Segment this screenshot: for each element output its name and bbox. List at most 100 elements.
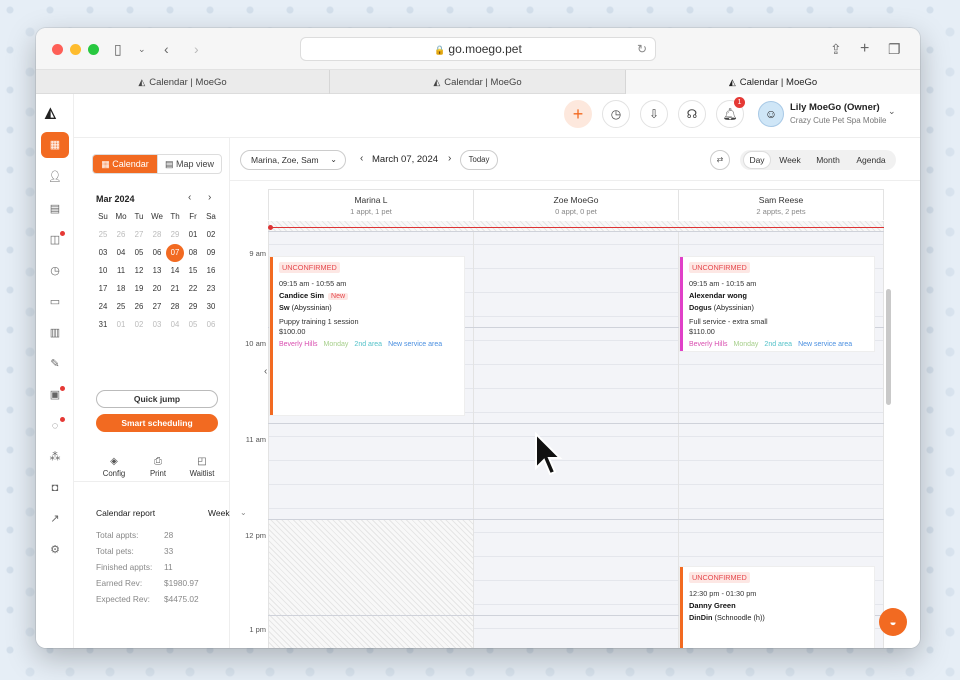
nav-messages[interactable]: ◫ <box>41 227 69 253</box>
calendar-day[interactable]: 17 <box>94 280 112 298</box>
nav-clients[interactable]: 👤︎ <box>41 164 69 190</box>
nav-settings[interactable]: ⚙ <box>41 537 69 563</box>
grid-scrollbar[interactable] <box>886 289 891 405</box>
calendar-day[interactable]: 06 <box>202 316 220 334</box>
back-icon[interactable]: ‹ <box>164 40 169 58</box>
avatar[interactable]: ☺ <box>758 101 784 127</box>
agenda-view-button[interactable]: Agenda <box>850 152 892 168</box>
appointment-card[interactable]: UNCONFIRMED 12:30 pm - 01:30 pm Danny Gr… <box>680 567 874 648</box>
calendar-day[interactable]: 25 <box>94 226 112 244</box>
staff-column-header[interactable]: Marina L1 appt, 1 pet <box>268 189 474 220</box>
nav-payments[interactable]: ▭ <box>41 289 69 315</box>
nav-reminders[interactable]: ◷ <box>41 258 69 284</box>
calendar-day[interactable]: 22 <box>184 280 202 298</box>
calendar-day[interactable]: 04 <box>112 244 130 262</box>
nav-chat[interactable]: ◌ <box>41 413 69 439</box>
calendar-day[interactable]: 24 <box>94 298 112 316</box>
calendar-day[interactable]: 29 <box>184 298 202 316</box>
next-month-icon[interactable]: › <box>208 192 211 203</box>
calendar-day[interactable]: 14 <box>166 262 184 280</box>
print-button[interactable]: ⎙ Print <box>138 456 178 478</box>
tab-overview-icon[interactable]: ❐ <box>888 40 901 58</box>
swap-icon[interactable]: ⇄ <box>710 150 730 170</box>
nav-bookings[interactable]: ▤ <box>41 196 69 222</box>
calendar-day[interactable]: 18 <box>112 280 130 298</box>
calendar-day[interactable]: 02 <box>202 226 220 244</box>
nav-team[interactable]: ⁂ <box>41 444 69 470</box>
month-view-button[interactable]: Month <box>810 152 846 168</box>
calendar-day[interactable]: 23 <box>202 280 220 298</box>
nav-insights[interactable]: ↗ <box>41 506 69 532</box>
minimize-window-button[interactable] <box>70 44 81 55</box>
calendar-day[interactable]: 19 <box>130 280 148 298</box>
calendar-view-tab[interactable]: ▦ Calendar <box>93 155 157 173</box>
share-icon[interactable]: ⇪ <box>830 40 842 58</box>
calendar-day[interactable]: 21 <box>166 280 184 298</box>
calendar-day[interactable]: 09 <box>202 244 220 262</box>
browser-tab[interactable]: ◭ Calendar | MoeGo <box>330 70 626 94</box>
staff-column-header[interactable]: Zoe MoeGo 0 appt, 0 pet <box>473 189 679 220</box>
close-window-button[interactable] <box>52 44 63 55</box>
calendar-day[interactable]: 08 <box>184 244 202 262</box>
forward-icon[interactable]: › <box>194 40 199 58</box>
map-view-tab[interactable]: ▤ Map view <box>157 155 221 173</box>
calendar-day[interactable]: 30 <box>202 298 220 316</box>
notifications-button[interactable]: 🔔︎ 1 <box>716 97 745 128</box>
staff-filter-select[interactable]: Marina, Zoe, Sam ⌄ <box>240 150 346 170</box>
address-bar[interactable]: 🔒 go.moego.pet ↻ <box>300 37 656 61</box>
report-period-select[interactable]: Week <box>208 508 230 518</box>
appointment-card[interactable]: UNCONFIRMED 09:15 am - 10:15 am Alexenda… <box>680 257 874 351</box>
calendar-day[interactable]: 02 <box>130 316 148 334</box>
nav-shop[interactable]: ◘ <box>41 475 69 501</box>
nav-marketing[interactable]: ✎ <box>41 351 69 377</box>
nav-reports[interactable]: ▥ <box>41 320 69 346</box>
calendar-day[interactable]: 28 <box>148 226 166 244</box>
calendar-day[interactable]: 05 <box>184 316 202 334</box>
quick-jump-button[interactable]: Quick jump <box>96 390 218 408</box>
chevron-down-icon[interactable]: ⌄ <box>138 40 146 58</box>
calendar-day[interactable]: 03 <box>94 244 112 262</box>
config-button[interactable]: ◈ Config <box>94 456 134 478</box>
prev-day-icon[interactable]: ‹ <box>360 153 363 164</box>
download-button[interactable]: ⇩ <box>640 100 668 128</box>
moego-logo-icon[interactable]: ◭ <box>45 104 56 121</box>
calendar-day[interactable]: 29 <box>166 226 184 244</box>
calendar-day[interactable]: 13 <box>148 262 166 280</box>
nav-retail[interactable]: ▣ <box>41 382 69 408</box>
calendar-day[interactable]: 10 <box>94 262 112 280</box>
staff-column-header[interactable]: Sam Reese 2 appts, 2 pets <box>678 189 884 220</box>
calendar-day[interactable]: 27 <box>130 226 148 244</box>
nav-calendar[interactable]: ▦ <box>41 132 69 158</box>
staff-column-slots[interactable] <box>473 221 679 648</box>
calendar-day[interactable]: 25 <box>112 298 130 316</box>
calendar-day[interactable]: 07 <box>166 244 184 262</box>
calendar-day[interactable]: 01 <box>112 316 130 334</box>
smart-scheduling-button[interactable]: Smart scheduling <box>96 414 218 432</box>
waitlist-button[interactable]: ◰ Waitlist <box>182 456 222 478</box>
browser-tab[interactable]: ◭ Calendar | MoeGo <box>36 70 330 94</box>
appointment-card[interactable]: UNCONFIRMED 09:15 am - 10:55 am Candice … <box>270 257 464 415</box>
calendar-day[interactable]: 03 <box>148 316 166 334</box>
calendar-day[interactable]: 28 <box>166 298 184 316</box>
calendar-day[interactable]: 15 <box>184 262 202 280</box>
today-button[interactable]: Today <box>460 150 498 170</box>
week-view-button[interactable]: Week <box>774 152 806 168</box>
calendar-day[interactable]: 20 <box>148 280 166 298</box>
zoom-window-button[interactable] <box>88 44 99 55</box>
new-tab-icon[interactable]: + <box>860 40 869 58</box>
calendar-day[interactable]: 11 <box>112 262 130 280</box>
add-button[interactable]: + <box>564 100 592 128</box>
chevron-down-icon[interactable]: ⌄ <box>888 106 896 117</box>
calendar-day[interactable]: 12 <box>130 262 148 280</box>
calendar-day[interactable]: 06 <box>148 244 166 262</box>
history-button[interactable]: ◷ <box>602 100 630 128</box>
calendar-day[interactable]: 26 <box>130 298 148 316</box>
calendar-day[interactable]: 27 <box>148 298 166 316</box>
sidebar-toggle-icon[interactable]: ▯ <box>114 40 122 58</box>
day-view-button[interactable]: Day <box>744 152 770 168</box>
calendar-day[interactable]: 31 <box>94 316 112 334</box>
calendar-day[interactable]: 26 <box>112 226 130 244</box>
calendar-day[interactable]: 05 <box>130 244 148 262</box>
support-button[interactable]: ☊ <box>678 100 706 128</box>
next-day-icon[interactable]: › <box>448 153 451 164</box>
